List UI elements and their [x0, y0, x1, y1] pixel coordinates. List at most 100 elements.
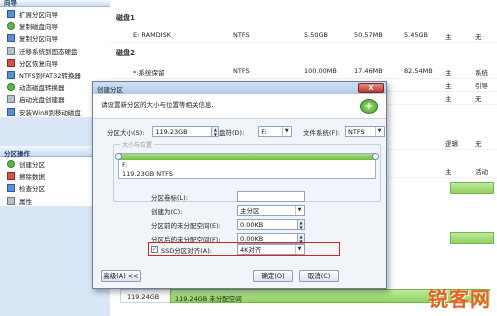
cell-free: 5.45GB	[404, 31, 428, 39]
before-space-label: 分区前的未分配空间(E):	[151, 221, 221, 230]
partition-info-text: 119.23GB NTFS	[122, 170, 173, 178]
properties-icon	[7, 196, 15, 205]
ssd-align-value: 4K对齐	[240, 246, 262, 254]
sidebar-item[interactable]: 复制分区向导	[0, 31, 110, 43]
dynamic-disk-icon	[7, 83, 15, 92]
drive-field-row: 盘符(D): F: ▼	[219, 126, 293, 137]
partition-bar-right-1[interactable]	[450, 182, 494, 194]
sidebar-item[interactable]: NTFS到FAT32转换器	[0, 68, 110, 80]
ssd-align-select[interactable]: 4K对齐 ▼	[237, 244, 305, 255]
partition-bar-right-2[interactable]	[450, 232, 494, 244]
chevron-down-icon: ▼	[295, 245, 303, 254]
create-as-value: 主分区	[240, 207, 260, 215]
before-space-input[interactable]	[237, 219, 298, 230]
sidebar-item-label: 复制分区向导	[19, 35, 58, 44]
sidebar-item-label: 属性	[19, 197, 32, 206]
drive-select[interactable]: F: ▼	[258, 126, 293, 137]
close-button[interactable]: X	[358, 83, 384, 93]
left-drag-handle[interactable]	[115, 153, 122, 160]
ssd-align-label: SSD分区对齐(A):	[161, 246, 212, 255]
create-as-select[interactable]: 主分区 ▼	[237, 205, 305, 216]
sidebar-item-label: 迁移系统到固态硬盘	[19, 47, 78, 56]
migrate-icon	[7, 46, 15, 55]
sidebar-item[interactable]: 扩展分区向导	[0, 7, 110, 19]
create-as-row: 创建为(C): 主分区 ▼	[151, 205, 305, 216]
dialog-header: 请设置新分区的大小与位置等相关信息. +	[93, 94, 386, 119]
sidebar-item-label: 安装Win8到移动磁盘	[19, 108, 81, 117]
disk1-header: 磁盘1	[116, 14, 135, 22]
volume-label-input[interactable]	[237, 191, 305, 202]
cell-used: 17.46MB	[354, 67, 383, 75]
convert-icon	[7, 71, 15, 80]
size-label: 分区大小(S):	[107, 128, 145, 137]
drive-label: 盘符(D):	[219, 128, 245, 137]
disk2-header: 磁盘2	[116, 49, 135, 57]
volume-label-row: 分区卷标(L):	[151, 191, 305, 202]
size-field-row: 分区大小(S): ▲▼	[107, 126, 220, 137]
sidebar-item-label: 擦除数据	[19, 173, 45, 182]
before-space-row: 分区前的未分配空间(E): ▲▼	[151, 219, 305, 230]
cell-status: 活动	[475, 168, 488, 176]
dialog-instruction: 请设置新分区的大小与位置等相关信息.	[101, 101, 214, 109]
create-partition-dialog: 创建分区 X 请设置新分区的大小与位置等相关信息. + 分区大小(S): ▲▼ …	[92, 81, 387, 289]
sidebar-item-label: 复制磁盘向导	[19, 23, 58, 32]
fs-label: 文件系统(F):	[303, 128, 341, 137]
ok-button[interactable]: 确定(O)	[253, 270, 293, 282]
cell-cap: 100.00MB	[304, 67, 337, 75]
right-drag-handle[interactable]	[372, 153, 379, 160]
volume-label-label: 分区卷标(L):	[151, 193, 188, 202]
size-input[interactable]	[152, 126, 213, 137]
create-partition-icon	[7, 160, 15, 169]
table-row[interactable]: E: RAMDISK NTFS 5.50GB 50.57MB 5.45GB 主 无	[110, 27, 497, 43]
chevron-down-icon: ▼	[295, 206, 303, 215]
cell-type: 主	[445, 95, 452, 103]
copy-partition-icon	[7, 34, 15, 43]
dialog-title: 创建分区	[97, 86, 123, 94]
expand-icon	[7, 10, 15, 19]
sidebar-item[interactable]: 迁移系统到固态硬盘	[0, 44, 110, 56]
partition-drive-text: F:	[122, 161, 128, 169]
sidebar-item[interactable]: 复制磁盘向导	[0, 19, 110, 31]
sidebar-item-label: 启动光盘创建器	[19, 96, 65, 105]
size-position-legend: 大小与位置	[120, 140, 155, 149]
sidebar-item-label: NTFS到FAT32转换器	[19, 72, 81, 81]
cell-status: 无	[475, 33, 482, 41]
cell-fs: NTFS	[233, 67, 250, 75]
sidebar-item-label: 扩展分区向导	[19, 11, 58, 20]
cell-status: 无	[475, 140, 482, 148]
check-icon	[7, 184, 15, 193]
chevron-down-icon: ▼	[375, 127, 383, 136]
cell-used: 50.57MB	[354, 31, 383, 39]
ssd-align-row: ✓ SSD分区对齐(A): 4K对齐 ▼	[151, 244, 305, 255]
cell-cap: 5.50GB	[304, 31, 328, 39]
cell-type: 逻辑	[445, 140, 458, 148]
fs-select[interactable]: NTFS ▼	[345, 126, 386, 137]
advanced-button[interactable]: 高级(A) <<	[101, 270, 141, 282]
create-as-label: 创建为(C):	[151, 207, 183, 216]
fs-select-value: NTFS	[348, 128, 365, 136]
cell-fs: NTFS	[233, 31, 250, 39]
copy-disk-icon	[7, 22, 15, 31]
sidebar-item[interactable]: 分区恢复向导	[0, 56, 110, 68]
cancel-button[interactable]: 取消(C)	[299, 270, 339, 282]
cell-status: 无	[475, 95, 482, 103]
ssd-align-checkbox[interactable]: ✓	[151, 246, 158, 253]
recovery-icon	[7, 58, 15, 67]
before-space-spinner[interactable]: ▲ ▼	[298, 219, 305, 230]
wipe-icon	[7, 172, 15, 181]
partition-layout-bar[interactable]: F: 119.23GB NTFS	[118, 153, 376, 179]
dialog-titlebar[interactable]: 创建分区 X	[93, 82, 386, 94]
add-partition-icon: +	[360, 99, 378, 114]
bottom-size-text: 119.24GB	[127, 293, 160, 301]
cell-name: E: RAMDISK	[133, 31, 171, 39]
boot-cd-icon	[7, 95, 15, 104]
sidebar-item-label: 分区恢复向导	[19, 59, 58, 68]
cell-type: 主	[445, 168, 452, 176]
cell-type: 主	[445, 33, 452, 41]
sidebar-item-label: 创建分区	[19, 161, 45, 170]
drive-select-value: F:	[261, 128, 267, 136]
wizard-panel-header[interactable]: 向导	[0, 0, 110, 7]
watermark-logo: 锐客网	[428, 287, 491, 311]
fs-field-row: 文件系统(F): NTFS ▼	[303, 126, 386, 137]
sidebar-item-label: 检查分区	[19, 185, 45, 194]
